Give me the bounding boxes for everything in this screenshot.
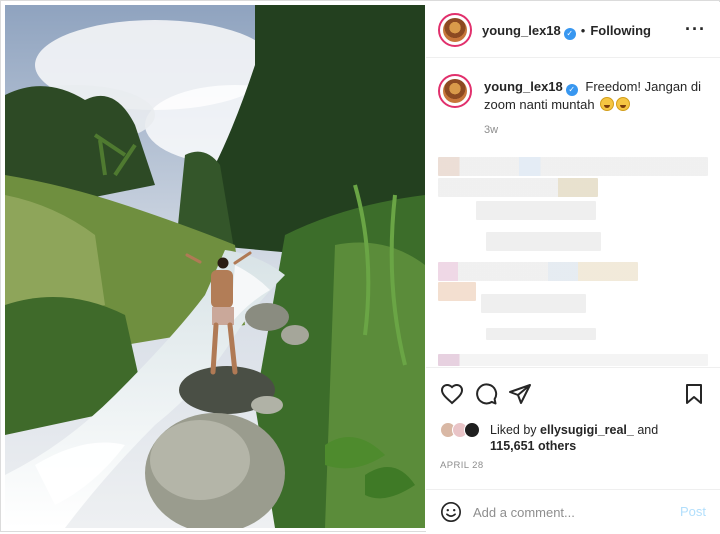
caption-text: young_lex18 ✓ Freedom! Jangan di zoom nan… xyxy=(484,78,712,113)
caption-username[interactable]: young_lex18 ✓ xyxy=(484,79,578,96)
caption-author-avatar[interactable] xyxy=(438,74,472,108)
post-actions-section: Liked by ellysugigi_real_ and 115,651 ot… xyxy=(426,367,720,533)
blurred-comment xyxy=(438,178,598,197)
bookmark-icon[interactable] xyxy=(682,382,706,406)
verified-badge-icon: ✓ xyxy=(563,28,576,40)
liker-avatar[interactable] xyxy=(464,422,480,438)
liked-by-connector: and xyxy=(637,423,659,437)
blurred-comment xyxy=(438,262,638,281)
rolling-on-floor-laughing-emoji xyxy=(616,97,631,111)
likes-text: Liked by ellysugigi_real_ and 115,651 ot… xyxy=(490,422,712,454)
blurred-comment xyxy=(486,232,601,251)
rolling-on-floor-laughing-emoji xyxy=(600,97,615,111)
add-comment-bar: Post xyxy=(426,489,720,534)
blurred-comment xyxy=(476,201,596,220)
header-user-row: young_lex18 ✓ • Following xyxy=(482,22,651,40)
liked-by-user-link[interactable]: ellysugigi_real_ xyxy=(540,423,634,437)
instagram-post-window: young_lex18 ✓ • Following ··· young_lex18 ✓ … xyxy=(0,0,720,532)
send-icon[interactable] xyxy=(508,382,532,406)
others-count-link[interactable]: 115,651 others xyxy=(490,439,576,453)
caption-username-text[interactable]: young_lex18 xyxy=(484,79,563,94)
separator-dot: • xyxy=(580,23,586,38)
post-side-panel: young_lex18 ✓ • Following ··· young_lex18 ✓ … xyxy=(426,2,720,532)
comment-icon[interactable] xyxy=(474,382,498,406)
more-options-icon[interactable]: ··· xyxy=(685,20,706,38)
author-username[interactable]: young_lex18 xyxy=(482,23,561,38)
waterfall-photo xyxy=(5,5,425,528)
following-button[interactable]: Following xyxy=(590,23,651,38)
verified-badge-icon: ✓ xyxy=(565,84,578,96)
post-photo[interactable] xyxy=(5,5,425,528)
blurred-comment xyxy=(438,354,708,366)
liked-by-prefix: Liked by xyxy=(490,423,537,437)
blurred-comment xyxy=(438,157,708,176)
blurred-comment xyxy=(481,294,586,313)
smiley-icon[interactable] xyxy=(440,501,462,523)
post-header: young_lex18 ✓ • Following ··· xyxy=(426,2,720,58)
author-avatar[interactable] xyxy=(438,13,472,47)
blurred-comment xyxy=(438,282,476,301)
post-date: APRIL 28 xyxy=(440,460,484,471)
heart-icon[interactable] xyxy=(440,382,464,406)
post-comment-button[interactable]: Post xyxy=(680,504,706,519)
caption-time-ago: 3w xyxy=(484,124,499,136)
comment-input[interactable] xyxy=(473,502,663,522)
blurred-comment xyxy=(486,328,596,340)
